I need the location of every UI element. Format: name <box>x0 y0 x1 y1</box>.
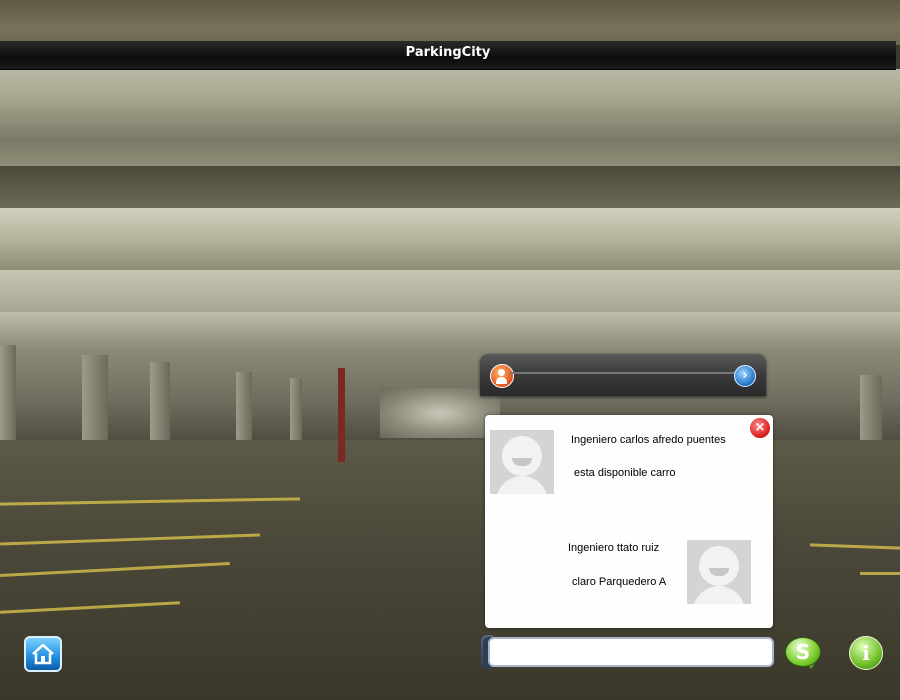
message-text: claro Parquedero A <box>572 576 667 588</box>
chat-input[interactable] <box>488 637 774 667</box>
close-icon[interactable]: × <box>749 417 771 439</box>
concrete-beam <box>0 312 900 348</box>
ceiling-top <box>0 0 900 45</box>
concrete-beam-shadow <box>0 141 900 166</box>
concrete-beam <box>0 69 900 141</box>
home-icon[interactable] <box>24 636 62 672</box>
avatar <box>687 540 751 604</box>
pillar <box>290 378 302 448</box>
user-bar-divider <box>510 372 740 374</box>
app-title-bar: ParkingCity <box>0 41 896 70</box>
message-sender: Ingeniero carlos afredo puentes <box>571 434 726 446</box>
concrete-beam <box>0 208 900 270</box>
user-icon[interactable] <box>490 364 514 388</box>
chat-panel: × Ingeniero carlos afredo puentes esta d… <box>485 415 773 628</box>
message-sender: Ingeniero ttato ruiz <box>568 542 660 554</box>
app-title: ParkingCity <box>405 45 491 60</box>
concrete-beam <box>0 270 900 312</box>
chevron-right-icon[interactable]: › <box>734 365 756 387</box>
parking-line <box>860 572 900 575</box>
message-text: esta disponible carro <box>574 467 676 479</box>
avatar <box>490 430 554 494</box>
user-bar: › <box>480 354 766 396</box>
skype-send-icon[interactable]: S <box>783 637 821 669</box>
red-pole <box>338 368 345 462</box>
info-icon[interactable]: i <box>849 636 883 670</box>
concrete-beam <box>0 166 900 208</box>
